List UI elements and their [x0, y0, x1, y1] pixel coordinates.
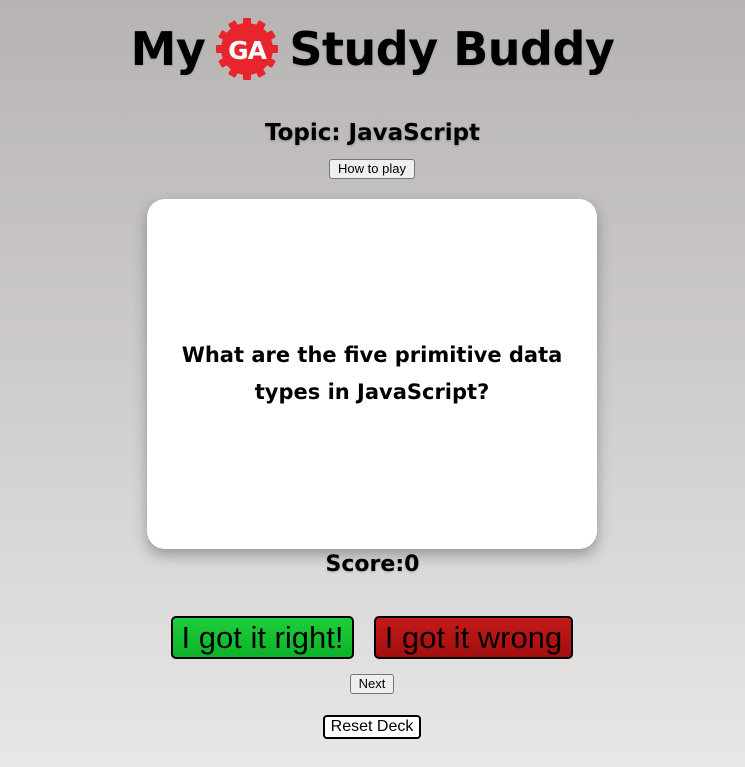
next-button[interactable]: Next [350, 674, 394, 694]
flashcard-question: What are the five primitive data types i… [181, 343, 563, 404]
got-it-right-button[interactable]: I got it right! [171, 616, 354, 659]
title-prefix: My [130, 22, 206, 76]
reset-deck-button[interactable]: Reset Deck [323, 715, 421, 739]
logo-text: GA [228, 36, 268, 65]
flashcard[interactable]: What are the five primitive data types i… [147, 199, 597, 549]
topic-heading: Topic: JavaScript [264, 120, 481, 146]
got-it-wrong-button[interactable]: I got it wrong [374, 616, 573, 659]
score-label: Score: [325, 552, 405, 577]
ga-logo: GA [215, 17, 280, 81]
how-to-play-button[interactable]: How to play [329, 159, 415, 179]
app-header: My GA Study Buddy [0, 14, 745, 84]
score-value: 0 [404, 552, 420, 577]
score-display: Score:0 [0, 552, 745, 577]
title-suffix: Study Buddy [289, 22, 615, 76]
